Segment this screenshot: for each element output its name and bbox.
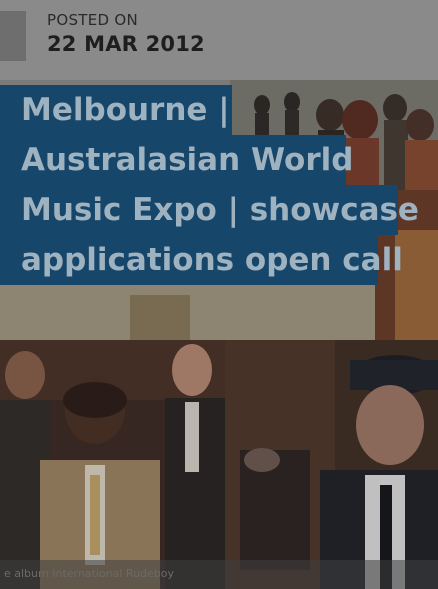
- post-header: POSTED ON 22 MAR 2012: [0, 0, 438, 80]
- posted-on-label: POSTED ON: [47, 11, 139, 29]
- post-title-line[interactable]: Melbourne |: [0, 85, 232, 135]
- post-title-line[interactable]: applications open call: [0, 235, 403, 285]
- image-caption: e album International Rudeboy: [4, 567, 175, 580]
- post-title-line[interactable]: Australasian World: [0, 135, 353, 185]
- featured-image[interactable]: Melbourne | Australasian World Music Exp…: [0, 80, 438, 589]
- post-title-line[interactable]: Music Expo | showcase: [0, 185, 419, 235]
- posted-date: 22 MAR 2012: [47, 32, 205, 56]
- date-tab: [0, 11, 26, 61]
